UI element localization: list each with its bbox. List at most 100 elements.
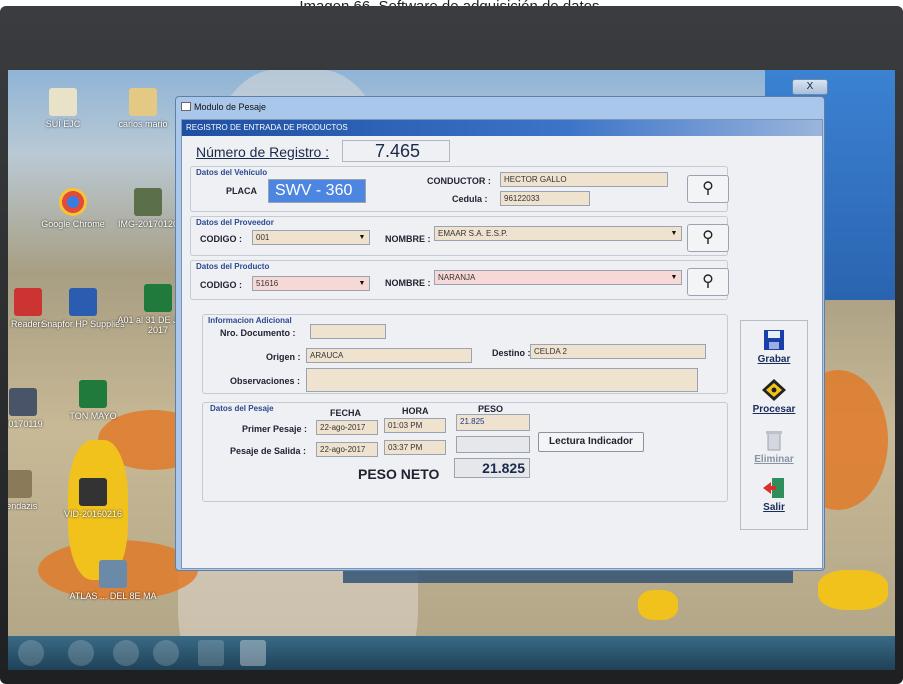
cedula-label: Cedula : <box>452 194 488 204</box>
producto-codigo-label: CODIGO : <box>200 280 242 290</box>
document-icon <box>99 560 127 588</box>
close-button[interactable]: X <box>792 79 828 95</box>
ie-icon[interactable] <box>113 640 139 666</box>
eliminar-button[interactable]: Eliminar <box>741 429 807 465</box>
placa-label: PLACA <box>226 186 257 196</box>
image-icon <box>9 388 37 416</box>
chrome-icon <box>59 188 87 216</box>
producto-codigo-select[interactable]: 51616 ▼ <box>252 276 370 291</box>
primer-hora-input[interactable]: 01:03 PM <box>384 418 446 433</box>
proveedor-nombre-label: NOMBRE : <box>385 234 431 244</box>
fecha-column-header: FECHA <box>330 408 361 418</box>
actions-panel: Grabar Procesar Eliminar Salir <box>740 320 808 530</box>
salir-button[interactable]: Salir <box>741 477 807 513</box>
eliminar-label: Eliminar <box>754 454 794 465</box>
form-panel: REGISTRO DE ENTRADA DE PRODUCTOS Número … <box>181 119 823 569</box>
background-yellow-fruit <box>638 590 678 620</box>
app-icon <box>181 102 191 111</box>
magnifier-icon: ⚲ <box>702 273 714 290</box>
modulo-pesaje-window: Modulo de Pesaje REGISTRO DE ENTRADA DE … <box>175 96 825 571</box>
producto-group-title: Datos del Producto <box>196 262 270 271</box>
proveedor-group-title: Datos del Proveedor <box>196 218 274 227</box>
documento-label: Nro. Documento : <box>220 328 296 338</box>
folder-icon <box>129 88 157 116</box>
salida-hora-input[interactable]: 03:37 PM <box>384 440 446 455</box>
desktop-icon-label: carlos mario <box>118 119 168 129</box>
procesar-button[interactable]: Procesar <box>741 379 807 415</box>
window-title: Modulo de Pesaje <box>194 102 267 112</box>
vehiculo-group-title: Datos del Vehículo <box>196 168 268 177</box>
media-player-icon[interactable] <box>153 640 179 666</box>
primer-pesaje-label: Primer Pesaje : <box>242 424 308 434</box>
origen-input[interactable]: ARAUCA <box>306 348 472 363</box>
salida-pesaje-label: Pesaje de Salida : <box>230 446 307 456</box>
producto-nombre-select[interactable]: NARANJA ▼ <box>434 270 682 285</box>
origen-label: Origen : <box>266 352 301 362</box>
proveedor-codigo-value: 001 <box>256 233 270 242</box>
process-icon <box>762 379 786 401</box>
producto-nombre-label: NOMBRE : <box>385 278 431 288</box>
desktop-icon[interactable]: TON MAYO <box>48 380 138 421</box>
taskbar <box>8 636 895 670</box>
salida-peso-input[interactable] <box>456 436 530 453</box>
proveedor-codigo-label: CODIGO : <box>200 234 242 244</box>
producto-nombre-value: NARANJA <box>438 273 476 282</box>
conductor-label: CONDUCTOR : <box>427 176 491 186</box>
explorer-icon[interactable] <box>198 640 224 666</box>
desktop-icon[interactable]: VID-20160216 <box>48 478 138 519</box>
video-icon <box>79 478 107 506</box>
proveedor-nombre-select[interactable]: EMAAR S.A. E.S.P. ▼ <box>434 226 682 241</box>
excel-icon <box>144 284 172 312</box>
monitor-bezel: SUÍ EJC carlos mario Google Chrome IMG-2… <box>0 6 903 684</box>
image-icon <box>134 188 162 216</box>
peso-neto-value: 21.825 <box>454 458 530 478</box>
exit-door-icon <box>763 478 784 498</box>
placa-input[interactable]: SWV - 360 <box>268 179 366 203</box>
destino-input[interactable]: CELDA 2 <box>530 344 706 359</box>
chevron-down-icon[interactable]: ▼ <box>356 277 368 290</box>
desktop-icon-label: VID-20160216 <box>63 509 123 519</box>
window-titlebar[interactable]: Modulo de Pesaje <box>176 97 824 117</box>
search-conductor-button[interactable]: ⚲ <box>687 175 729 203</box>
desktop-icon-label: TON MAYO <box>69 411 117 421</box>
lectura-indicador-button[interactable]: Lectura Indicador <box>538 432 644 452</box>
primer-peso-input[interactable]: 21.825 <box>456 414 530 431</box>
hp-icon <box>69 288 97 316</box>
destino-label: Destino : <box>492 348 531 358</box>
trash-icon <box>766 431 782 451</box>
grabar-button[interactable]: Grabar <box>741 329 807 365</box>
magnifier-icon: ⚲ <box>702 229 714 246</box>
desktop-icon[interactable]: SUÍ EJC <box>18 88 108 129</box>
desktop-icon-label: Google Chrome <box>41 219 105 229</box>
file-icon <box>8 470 32 498</box>
background-yellow-fruit <box>818 570 888 610</box>
proveedor-codigo-select[interactable]: 001 ▼ <box>252 230 370 245</box>
grabar-label: Grabar <box>757 354 791 365</box>
observaciones-textarea[interactable] <box>306 368 698 392</box>
desktop-icon[interactable]: ATLAS ... DEL 8E MA <box>68 560 158 601</box>
desktop-icon-label: mendazis <box>8 501 38 511</box>
procesar-label: Procesar <box>752 404 796 415</box>
proveedor-nombre-value: EMAAR S.A. E.S.P. <box>438 229 508 238</box>
desktop-icon-label: SUÍ EJC <box>45 119 81 129</box>
search-producto-button[interactable]: ⚲ <box>687 268 729 296</box>
pesaje-app-icon[interactable] <box>240 640 266 666</box>
cedula-input[interactable]: 96122033 <box>500 191 590 206</box>
search-proveedor-button[interactable]: ⚲ <box>687 224 729 252</box>
chevron-down-icon[interactable]: ▼ <box>668 227 680 240</box>
documento-input[interactable] <box>310 324 386 339</box>
start-icon[interactable] <box>18 640 44 666</box>
primer-fecha-input[interactable]: 22-ago-2017 <box>316 420 378 435</box>
producto-codigo-value: 51616 <box>256 279 279 288</box>
chevron-down-icon[interactable]: ▼ <box>668 271 680 284</box>
form-header: REGISTRO DE ENTRADA DE PRODUCTOS <box>182 120 822 136</box>
conductor-input[interactable]: HECTOR GALLO <box>500 172 668 187</box>
desktop-icon-label: ATLAS ... DEL 8E MA <box>69 591 157 601</box>
save-icon <box>764 330 784 350</box>
salida-fecha-input[interactable]: 22-ago-2017 <box>316 442 378 457</box>
document-icon <box>49 88 77 116</box>
chevron-down-icon[interactable]: ▼ <box>356 231 368 244</box>
excel-icon <box>79 380 107 408</box>
peso-column-header: PESO <box>478 404 504 414</box>
firefox-icon[interactable] <box>68 640 94 666</box>
